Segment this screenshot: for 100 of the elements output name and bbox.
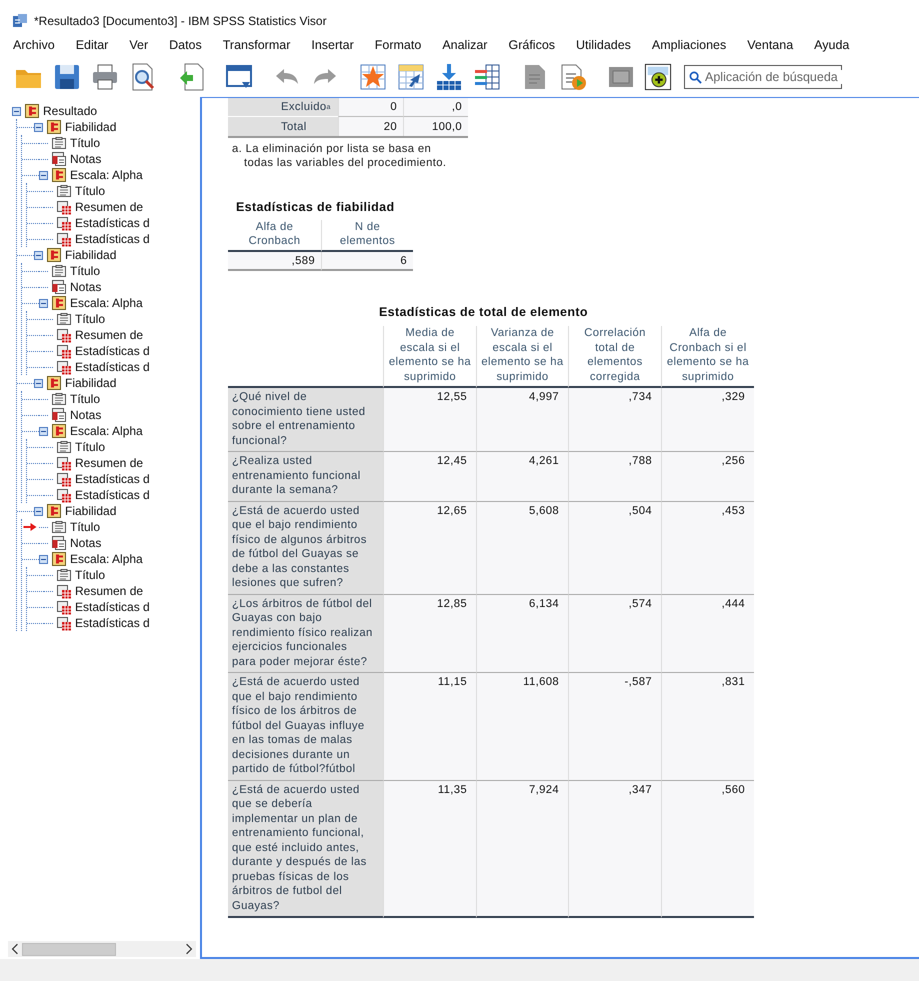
outline-item[interactable]: Estadísticas d [75,600,150,614]
table-arrow-icon[interactable] [396,62,426,92]
table-cell: ,0 [403,98,468,117]
table-title: Estadísticas de fiabilidad [236,200,396,214]
row-label: ¿Está de acuerdo usted que el bajo rendimiento físico de algunos árbitros de fútbol del Guayas se debe a las constantes lesiones que sufren? [228,502,383,594]
outline-item[interactable]: Título [75,440,106,454]
table-icon [56,231,72,247]
scroll-left-icon[interactable] [10,943,20,955]
menu-item[interactable]: Ampliaciones [652,38,726,52]
menu-item[interactable]: Formato [374,38,422,52]
menu-item[interactable]: Ver [129,38,148,52]
row-label: ¿Qué nivel de conocimiento tiene usted sobre el entrenamiento funcional? [228,388,383,452]
outline-item[interactable]: Resumen de [75,328,144,342]
table-cell: 12,65 [383,502,476,594]
menu-item[interactable]: Analizar [442,38,488,52]
outline-item[interactable]: Escala: Alpha [70,168,143,182]
collapse-icon[interactable] [39,298,48,308]
table-title: Estadísticas de total de elemento [379,305,589,319]
table-cell: ,589 [228,252,321,271]
outline-item[interactable]: Título [75,568,106,582]
document-icon [51,263,67,279]
menu-item[interactable]: Editar [76,38,108,52]
collapse-icon[interactable] [39,170,48,180]
star-grid-icon[interactable] [358,62,388,92]
table-cell: 4,997 [476,388,568,452]
horizontal-scrollbar[interactable] [8,941,196,957]
notes-icon [51,151,67,167]
outline-item[interactable]: Título [70,392,100,406]
table-icon [56,359,72,375]
book-icon [51,551,67,567]
search-icon [689,70,702,84]
document-icon [51,391,67,407]
outline-item[interactable]: Notas [70,536,102,550]
outline-item[interactable]: Notas [70,280,102,294]
document-icon [56,311,72,327]
table-cell: 7,924 [476,780,568,918]
outline-item[interactable]: Estadísticas d [75,616,150,630]
outline-item[interactable]: Fiabilidad [65,376,116,390]
outline-item[interactable]: Escala: Alpha [70,552,143,566]
printer-icon[interactable] [90,62,120,92]
menu-item[interactable]: Datos [169,38,202,52]
menu-item[interactable]: Gráficos [508,38,556,52]
table-footnote: a. La eliminación por lista se basa en todas las variables del procedimiento. [231,142,448,170]
outline-item[interactable]: Resultado [43,104,98,118]
collapse-icon[interactable] [34,250,43,260]
outline-item[interactable]: Fiabilidad [65,504,116,518]
outline-item[interactable]: Estadísticas d [75,232,150,246]
outline-item[interactable]: Notas [70,408,102,422]
menu-item[interactable]: Ayuda [814,38,850,52]
collapse-icon[interactable] [12,106,21,116]
collapse-icon[interactable] [39,426,48,436]
menu-item[interactable]: Transformar [222,38,290,52]
outline-item[interactable]: Estadísticas d [75,344,150,358]
outline-item[interactable]: Notas [70,152,102,166]
collapse-icon[interactable] [34,122,43,132]
search-field[interactable]: Aplicación de búsqueda [684,65,842,89]
outline-item[interactable]: Fiabilidad [65,120,116,134]
outline-item[interactable]: Fiabilidad [65,248,116,262]
outline-item[interactable]: Estadísticas d [75,216,150,230]
outline-item[interactable]: Resumen de [75,200,144,214]
outline-item[interactable]: Título [70,136,100,150]
table-cell: 0 [338,98,403,117]
table-icon [56,199,72,215]
outline-item[interactable]: Resumen de [75,584,144,598]
outline-item[interactable]: Título [75,312,106,326]
menu-item[interactable]: Utilidades [576,38,631,52]
outline-item[interactable]: Escala: Alpha [70,296,143,310]
table-cell: 11,35 [383,780,476,918]
table-cell: ,453 [661,502,754,594]
outline-item[interactable]: Estadísticas d [75,488,150,502]
book-icon [46,247,62,263]
outline-item[interactable]: Estadísticas d [75,360,150,374]
table-cell: 12,45 [383,452,476,502]
outline-item[interactable]: Estadísticas d [75,472,150,486]
outline-item[interactable]: Título [70,264,100,278]
notes-icon [51,535,67,551]
menu-item[interactable]: Ventana [747,38,794,52]
floppy-icon[interactable] [52,62,82,92]
import-icon[interactable] [434,62,464,92]
outline-item[interactable]: Resumen de [75,456,144,470]
table-icon [56,487,72,503]
menu-item[interactable]: Insertar [311,38,354,52]
menu-item[interactable]: Archivo [13,38,55,52]
table-cell: -,587 [568,673,661,780]
document-icon [56,567,72,583]
outline-item[interactable]: Escala: Alpha [70,424,143,438]
collapse-icon[interactable] [39,554,48,564]
collapse-icon[interactable] [34,378,43,388]
row-label: Excluido$^{a}$ [228,98,338,117]
collapse-icon[interactable] [34,506,43,516]
notes-icon [51,407,67,423]
outline-item[interactable]: Título [70,520,100,534]
scroll-right-icon[interactable] [184,943,194,955]
list-icon[interactable] [472,62,502,92]
book-icon [46,503,62,519]
outline-item[interactable]: Título [75,184,106,198]
table-cell: ,504 [568,502,661,594]
table-icon [56,615,72,631]
table-cell: 12,85 [383,594,476,673]
add-icon[interactable] [644,63,672,91]
